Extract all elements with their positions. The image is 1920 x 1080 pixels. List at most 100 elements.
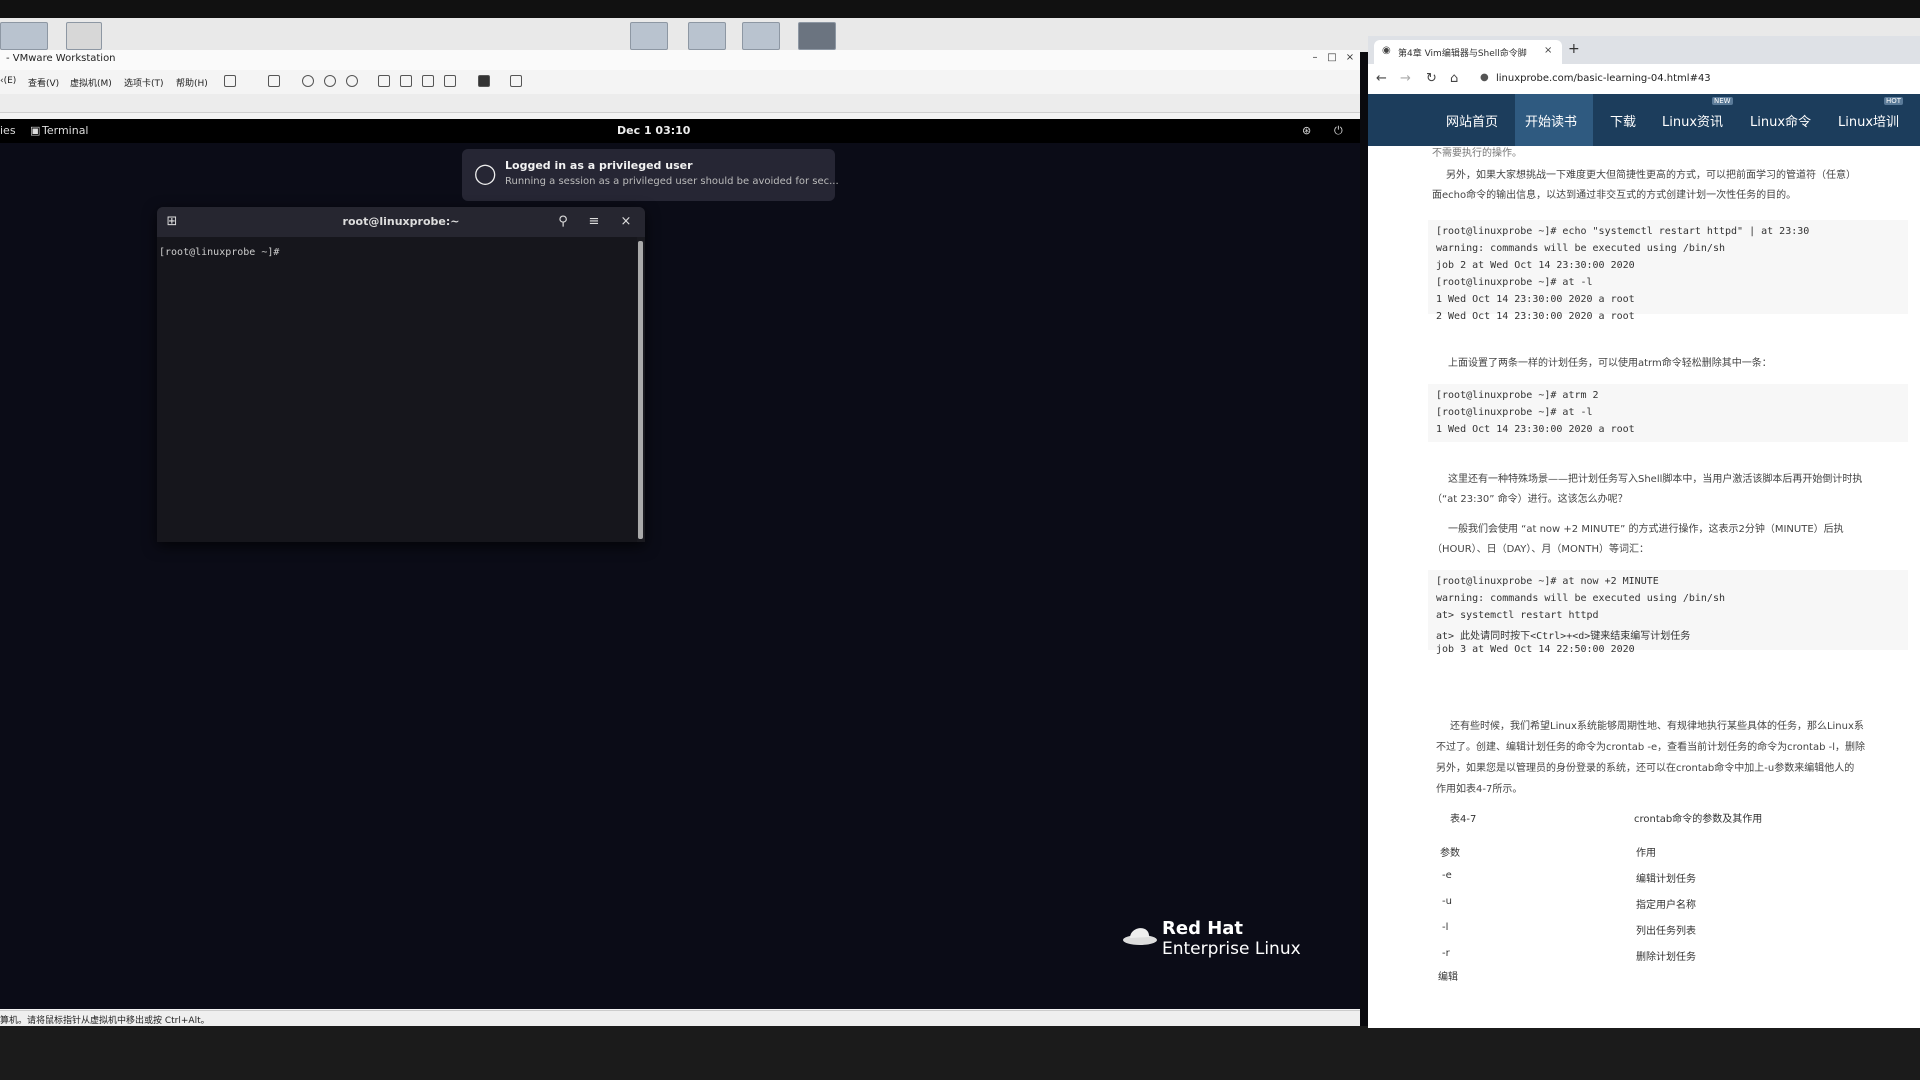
- close-icon[interactable]: ×: [617, 214, 635, 229]
- revert-snapshot-icon[interactable]: [324, 75, 336, 87]
- network-icon[interactable]: ⊛: [1302, 124, 1311, 137]
- host-app-icon[interactable]: [66, 22, 102, 50]
- privileged-user-notification[interactable]: ◯ Logged in as a privileged user Running…: [462, 149, 839, 201]
- back-icon[interactable]: ←: [1376, 71, 1387, 86]
- terminal-window[interactable]: ⊞ root@linuxprobe:~ ⚲ ≡ × [root@linuxpro…: [157, 207, 645, 542]
- close-icon[interactable]: ×: [1343, 52, 1357, 63]
- nav-linux-news[interactable]: Linux资讯: [1662, 111, 1723, 130]
- forward-icon[interactable]: →: [1400, 71, 1411, 86]
- nav-home[interactable]: 网站首页: [1446, 111, 1498, 130]
- code-line: [root@linuxprobe ~]# at -l: [1436, 407, 1593, 418]
- power-menu-icon[interactable]: ⏻: [1334, 124, 1343, 138]
- site-navigation: 网站首页 开始读书 下载 Linux资讯 NEW Linux命令 Linux培训…: [1368, 94, 1920, 146]
- host-window-thumb-icon[interactable]: [742, 22, 780, 50]
- table-cell: 指定用户名称: [1636, 900, 1696, 911]
- menu-vm[interactable]: 虚拟机(M): [70, 76, 112, 89]
- vmware-tab-strip: [0, 94, 1360, 113]
- code-line: job 2 at Wed Oct 14 23:30:00 2020: [1436, 260, 1635, 271]
- redhat-line2: Enterprise Linux: [1162, 939, 1301, 959]
- minimize-icon[interactable]: –: [1308, 52, 1322, 63]
- table-caption-title: crontab命令的参数及其作用: [1634, 814, 1763, 825]
- table-header: 作用: [1636, 848, 1656, 859]
- terminal-app-icon: ▣: [30, 124, 41, 137]
- host-window-thumb-icon[interactable]: [798, 22, 836, 50]
- snapshot-icon[interactable]: [302, 75, 314, 87]
- terminal-header: ⊞ root@linuxprobe:~ ⚲ ≡ ×: [157, 207, 645, 237]
- gnome-top-bar: ies ▣ Terminal Dec 1 03:10 ⊛ ⏻: [0, 119, 1360, 143]
- vmware-status-text: 算机。请将鼠标指针从虚拟机中移出或按 Ctrl+Alt。: [0, 1016, 210, 1026]
- nav-start-reading[interactable]: 开始读书: [1525, 111, 1577, 130]
- search-icon[interactable]: ⚲: [554, 214, 572, 229]
- menu-help[interactable]: 帮助(H): [176, 76, 208, 89]
- redhat-line1: Red Hat: [1162, 918, 1244, 939]
- browser-tab-strip: ◉ 第4章 Vim编辑器与Shell命令脚 × +: [1368, 36, 1920, 64]
- nav-badge-new: NEW: [1712, 97, 1733, 105]
- clock[interactable]: Dec 1 03:10: [617, 124, 690, 137]
- reload-icon[interactable]: ↻: [1426, 71, 1437, 86]
- paragraph: 这里还有一种特殊场景——把计划任务写入Shell脚本中，当用户激活该脚本后再开始…: [1448, 474, 1863, 485]
- code-line: at> 此处请同时按下<Ctrl>+<d>键来结束编写计划任务: [1436, 631, 1691, 642]
- browser-tab[interactable]: ◉ 第4章 Vim编辑器与Shell命令脚 ×: [1374, 40, 1562, 64]
- table-cell: 编辑计划任务: [1636, 874, 1696, 885]
- code-line: 1 Wed Oct 14 23:30:00 2020 a root: [1436, 294, 1635, 305]
- nav-linux-training[interactable]: Linux培训: [1838, 111, 1899, 130]
- tab-close-icon[interactable]: ×: [1544, 45, 1552, 56]
- code-line: at> systemctl restart httpd: [1436, 610, 1599, 621]
- browser-window: ◉ 第4章 Vim编辑器与Shell命令脚 × + ← → ↻ ⌂ ● linu…: [1368, 36, 1920, 1028]
- nav-badge-hot: HOT: [1884, 97, 1904, 105]
- hamburger-menu-icon[interactable]: ≡: [585, 214, 603, 229]
- code-block: [root@linuxprobe ~]# atrm 2 [root@linuxp…: [1428, 384, 1908, 442]
- console-icon[interactable]: [478, 75, 490, 87]
- sidebar-toggle-icon[interactable]: [378, 75, 390, 87]
- code-line: warning: commands will be executed using…: [1436, 243, 1725, 254]
- nav-linux-commands[interactable]: Linux命令: [1750, 111, 1811, 130]
- code-line: [root@linuxprobe ~]# at -l: [1436, 277, 1593, 288]
- table-header: 参数: [1440, 848, 1460, 859]
- maximize-icon[interactable]: □: [1325, 52, 1339, 63]
- app-menu-label[interactable]: Terminal: [42, 124, 89, 137]
- redhat-hat-icon: [1123, 928, 1157, 945]
- terminal-scrollbar[interactable]: [638, 241, 643, 539]
- paragraph: 不需要执行的操作。: [1432, 148, 1522, 159]
- menu-edit[interactable]: ‹(E): [0, 76, 16, 86]
- paragraph: 另外，如果您是以管理员的身份登录的系统，还可以在crontab命令中加上-u参数…: [1436, 763, 1855, 774]
- paragraph: 面echo命令的输出信息，以达到通过非交互式的方式创建计划一次性任务的目的。: [1432, 190, 1797, 201]
- send-keys-icon[interactable]: [268, 75, 280, 87]
- paragraph: 作用如表4-7所示。: [1436, 784, 1523, 795]
- paragraph: 上面设置了两条一样的计划任务，可以使用atrm命令轻松删除其中一条：: [1448, 358, 1772, 369]
- vmware-title-bar: - VMware Workstation – □ ×: [0, 50, 1360, 71]
- host-top-bar: [0, 0, 1920, 18]
- menu-tabs[interactable]: 选项卡(T): [124, 76, 164, 89]
- nav-download[interactable]: 下载: [1610, 111, 1636, 130]
- notification-body: Running a session as a privileged user s…: [505, 176, 839, 187]
- code-block: [root@linuxprobe ~]# echo "systemctl res…: [1428, 220, 1908, 322]
- activities-button[interactable]: ies: [0, 124, 16, 137]
- host-window-thumb-icon[interactable]: [688, 22, 726, 50]
- terminal-prompt: [root@linuxprobe ~]#: [159, 247, 280, 258]
- terminal-body[interactable]: [root@linuxprobe ~]#: [157, 237, 637, 542]
- tab-title: 第4章 Vim编辑器与Shell命令脚: [1398, 49, 1527, 59]
- edit-link[interactable]: 编辑: [1438, 968, 1458, 983]
- paragraph: （HOUR）、日（DAY）、月（MONTH）等词汇：: [1432, 544, 1649, 555]
- code-line: [root@linuxprobe ~]# echo "systemctl res…: [1436, 226, 1810, 237]
- lock-icon[interactable]: ●: [1480, 72, 1489, 83]
- home-icon[interactable]: ⌂: [1450, 71, 1458, 86]
- host-window-thumb-icon[interactable]: [630, 22, 668, 50]
- table-caption-number: 表4-7: [1450, 814, 1477, 825]
- menu-view[interactable]: 查看(V): [28, 76, 59, 89]
- code-line: job 3 at Wed Oct 14 22:50:00 2020: [1436, 644, 1635, 655]
- thumbnail-view-icon[interactable]: [400, 75, 412, 87]
- code-line: 1 Wed Oct 14 23:30:00 2020 a root: [1436, 424, 1635, 435]
- host-app-icon[interactable]: [0, 22, 48, 50]
- snapshot-manager-icon[interactable]: [346, 75, 358, 87]
- url-field[interactable]: linuxprobe.com/basic-learning-04.html#43: [1496, 73, 1711, 84]
- new-tab-icon[interactable]: +: [1568, 41, 1580, 57]
- code-line: [root@linuxprobe ~]# atrm 2: [1436, 390, 1599, 401]
- stretch-icon[interactable]: [510, 75, 522, 87]
- unity-icon[interactable]: [444, 75, 456, 87]
- vmware-status-bar: 算机。请将鼠标指针从虚拟机中移出或按 Ctrl+Alt。: [0, 1010, 1360, 1027]
- power-icon[interactable]: [224, 75, 236, 87]
- code-block: [root@linuxprobe ~]# at now +2 MINUTE wa…: [1428, 570, 1908, 655]
- fullscreen-icon[interactable]: [422, 75, 434, 87]
- table-cell: 列出任务列表: [1636, 926, 1696, 937]
